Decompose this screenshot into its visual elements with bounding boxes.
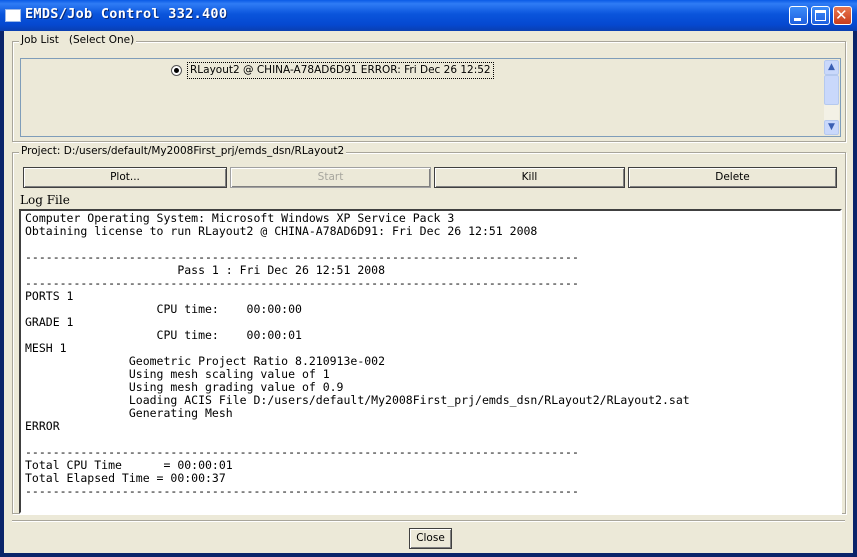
scroll-thumb[interactable] bbox=[824, 75, 839, 105]
bottom-divider bbox=[12, 520, 845, 522]
maximize-button[interactable] bbox=[811, 6, 830, 25]
job-radio-button[interactable] bbox=[171, 65, 182, 76]
start-button[interactable]: Start bbox=[230, 167, 431, 188]
close-window-button[interactable]: ✕ bbox=[833, 6, 852, 25]
plot-button[interactable]: Plot... bbox=[23, 167, 227, 188]
job-list-item[interactable]: RLayout2 @ CHINA-A78AD6D91 ERROR: Fri De… bbox=[187, 62, 494, 79]
log-file-textarea[interactable]: Computer Operating System: Microsoft Win… bbox=[19, 209, 842, 514]
close-icon: ✕ bbox=[835, 6, 848, 24]
log-file-label: Log File bbox=[20, 193, 70, 207]
window-title: EMDS/Job Control 332.400 bbox=[25, 6, 228, 22]
minimize-button[interactable] bbox=[789, 6, 808, 25]
log-file-text: Computer Operating System: Microsoft Win… bbox=[25, 211, 690, 498]
maximize-icon bbox=[815, 10, 826, 21]
close-button[interactable]: Close bbox=[409, 528, 452, 549]
window-frame: EMDS/Job Control 332.400 ✕ Job List (Sele… bbox=[0, 0, 857, 557]
kill-button[interactable]: Kill bbox=[434, 167, 625, 188]
job-list[interactable]: RLayout2 @ CHINA-A78AD6D91 ERROR: Fri De… bbox=[20, 58, 841, 137]
job-list-hint: (Select One) bbox=[68, 34, 135, 46]
scroll-up-icon[interactable]: ▲ bbox=[824, 60, 839, 75]
title-bar[interactable]: EMDS/Job Control 332.400 ✕ bbox=[0, 0, 857, 31]
delete-button[interactable]: Delete bbox=[628, 167, 837, 188]
job-list-legend: Job List (Select One) bbox=[19, 34, 137, 46]
scroll-down-icon[interactable]: ▼ bbox=[824, 120, 839, 135]
job-list-scrollbar[interactable]: ▲ ▼ bbox=[824, 60, 839, 135]
app-icon[interactable] bbox=[5, 9, 21, 22]
project-legend: Project: D:/users/default/My2008First_pr… bbox=[19, 145, 347, 157]
job-list-title: Job List bbox=[21, 34, 59, 46]
window-client-area: Job List (Select One) RLayout2 @ CHINA-A7… bbox=[4, 31, 853, 553]
minimize-icon bbox=[794, 18, 801, 21]
